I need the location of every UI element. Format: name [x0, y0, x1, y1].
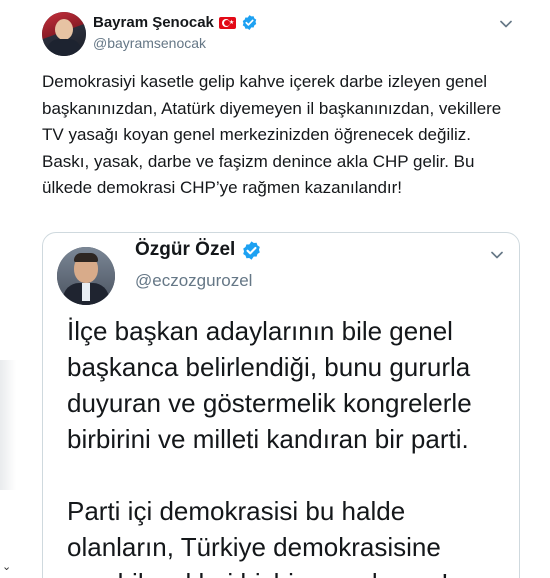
chevron-down-icon[interactable]: [487, 245, 507, 265]
quoted-tweet-text: İlçe başkan adaylarının bile genel başka…: [67, 313, 507, 578]
tweet-card[interactable]: Bayram Şenocak ★ @bayramsenocak Demokras…: [30, 0, 530, 578]
quoted-author-name[interactable]: Özgür Özel: [135, 239, 235, 261]
verified-badge-icon: [243, 240, 261, 260]
author-name-row: Bayram Şenocak ★: [93, 14, 258, 31]
quoted-tweet[interactable]: Özgür Özel @eczozgurozel İlçe başkan ada…: [42, 232, 520, 578]
quoted-paragraph-2: Parti içi demokrasisi bu halde olanların…: [67, 496, 448, 578]
small-chevron-icon: ⌄: [2, 561, 12, 573]
chevron-down-icon[interactable]: [496, 14, 516, 34]
tweet-text: Demokrasiyi kasetle gelip kahve içerek d…: [42, 72, 502, 197]
turkey-flag-icon: ★: [218, 16, 236, 29]
author-handle[interactable]: @bayramsenocak: [93, 35, 206, 51]
author-name[interactable]: Bayram Şenocak: [93, 14, 214, 31]
quoted-author-name-row: Özgür Özel: [135, 239, 262, 261]
quoted-author-handle[interactable]: @eczozgurozel: [135, 271, 252, 291]
quoted-paragraph-1: İlçe başkan adaylarının bile genel başka…: [67, 316, 472, 454]
verified-badge-icon: [242, 15, 257, 30]
background-panel-edge: [0, 360, 16, 490]
author-avatar[interactable]: [42, 12, 86, 56]
quoted-author-avatar[interactable]: [57, 247, 115, 305]
